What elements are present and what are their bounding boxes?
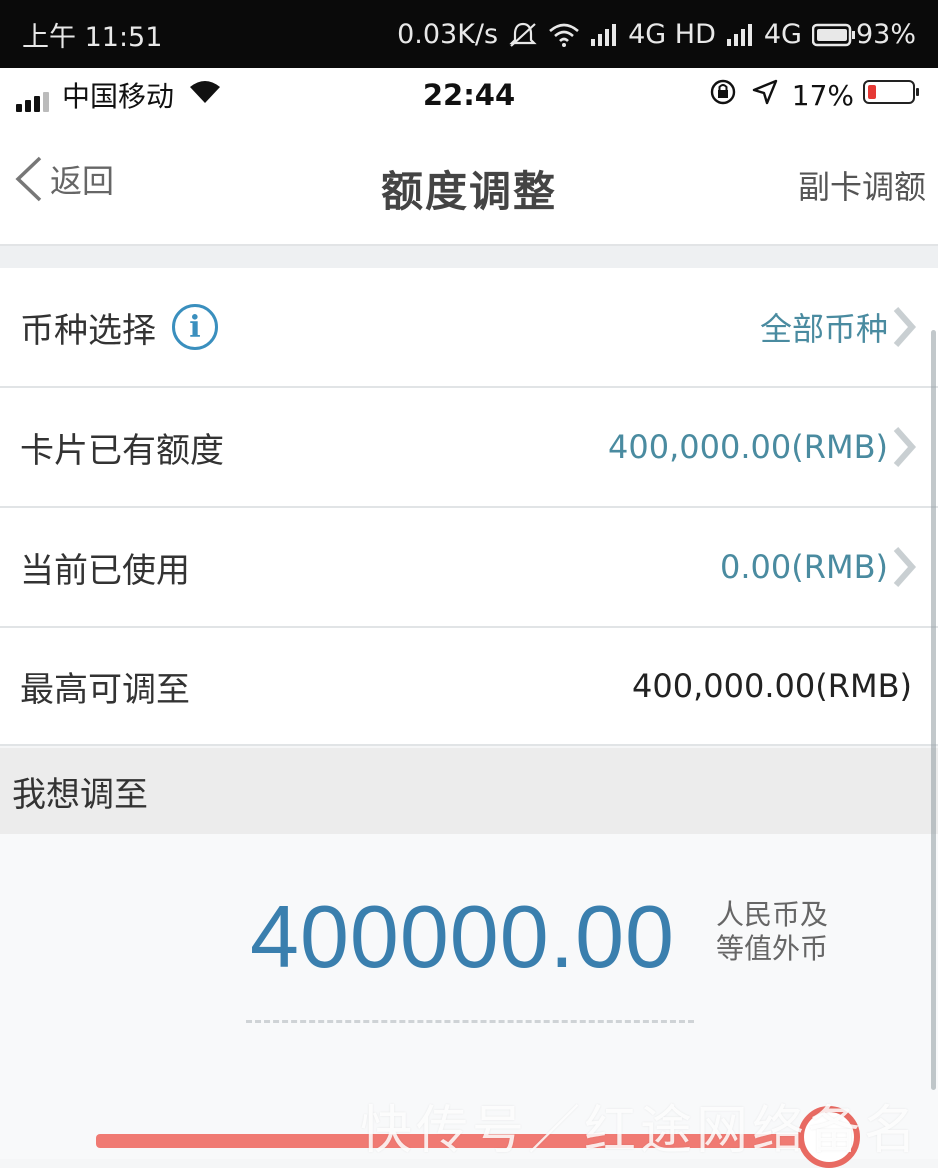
signal-icon <box>590 19 618 50</box>
current-limit-row[interactable]: 卡片已有额度 400,000.00(RMB) <box>0 388 938 508</box>
used-amount-label: 当前已使用 <box>20 550 190 591</box>
location-icon <box>752 79 778 112</box>
used-amount-row[interactable]: 当前已使用 0.00(RMB) <box>0 508 938 628</box>
network-type-1: 4G HD <box>628 18 716 50</box>
currency-select-row[interactable]: 币种选择 i 全部币种 <box>0 268 938 388</box>
currency-value: 全部币种 <box>759 310 888 348</box>
scrollbar <box>931 330 936 1090</box>
network-type-2: 4G <box>763 18 802 50</box>
rotation-lock-icon <box>708 77 738 114</box>
currency-select-label: 币种选择 <box>20 310 156 351</box>
secondary-card-adjust-button[interactable]: 副卡调额 <box>798 162 926 208</box>
chevron-right-icon <box>893 547 917 587</box>
carrier-name: 中国移动 <box>62 80 175 113</box>
limit-info-list: 币种选择 i 全部币种 卡片已有额度 400,000.00(RMB) 当前已使用… <box>0 268 938 746</box>
section-header: 我想调至 <box>0 748 938 834</box>
battery-icon <box>811 19 856 50</box>
network-speed: 0.03K/s <box>397 18 499 50</box>
target-amount-input[interactable]: 400000.00 <box>250 886 675 988</box>
unit-line-2: 等值外币 <box>716 932 829 965</box>
ios-status-bar: 中国移动 22:44 17% <box>0 68 938 122</box>
chevron-right-icon <box>893 427 917 467</box>
watermark-text: 快传号／红途网络备名 <box>360 1101 921 1161</box>
unit-line-1: 人民币及 <box>716 898 829 931</box>
max-adjust-value: 400,000.00(RMB) <box>632 667 912 705</box>
navigation-bar: 返回 额度调整 副卡调额 <box>0 122 938 246</box>
mute-icon <box>508 19 538 50</box>
current-limit-label: 卡片已有额度 <box>20 430 224 471</box>
info-icon[interactable]: i <box>172 304 218 350</box>
low-battery-icon <box>862 78 922 113</box>
android-time: 上午 11:51 <box>22 21 163 53</box>
row-value: 0.00(RMB) <box>720 545 918 589</box>
android-status-bar: 上午 11:51 0.03K/s 4G HD 4G 93% <box>0 0 938 68</box>
cell-signal-icon <box>16 79 52 112</box>
row-label: 币种选择 i <box>20 303 218 352</box>
amount-underline <box>246 1020 694 1023</box>
amount-unit: 人民币及 等值外币 <box>716 898 846 966</box>
wifi-icon-ios <box>188 79 222 112</box>
wifi-icon <box>548 19 580 50</box>
android-battery-percent: 93% <box>855 18 916 50</box>
ios-time: 22:44 <box>422 78 516 112</box>
chevron-right-icon <box>893 307 917 347</box>
current-limit-value: 400,000.00(RMB) <box>608 428 888 466</box>
max-adjust-label: 最高可调至 <box>20 669 190 710</box>
used-amount-value: 0.00(RMB) <box>719 548 888 586</box>
signal-icon-2 <box>726 19 754 50</box>
section-gap <box>0 246 938 268</box>
row-value: 400,000.00(RMB) <box>608 425 918 469</box>
ios-battery-percent: 17% <box>791 78 854 112</box>
row-value: 全部币种 <box>760 304 918 350</box>
max-adjust-row: 最高可调至 400,000.00(RMB) <box>0 628 938 746</box>
